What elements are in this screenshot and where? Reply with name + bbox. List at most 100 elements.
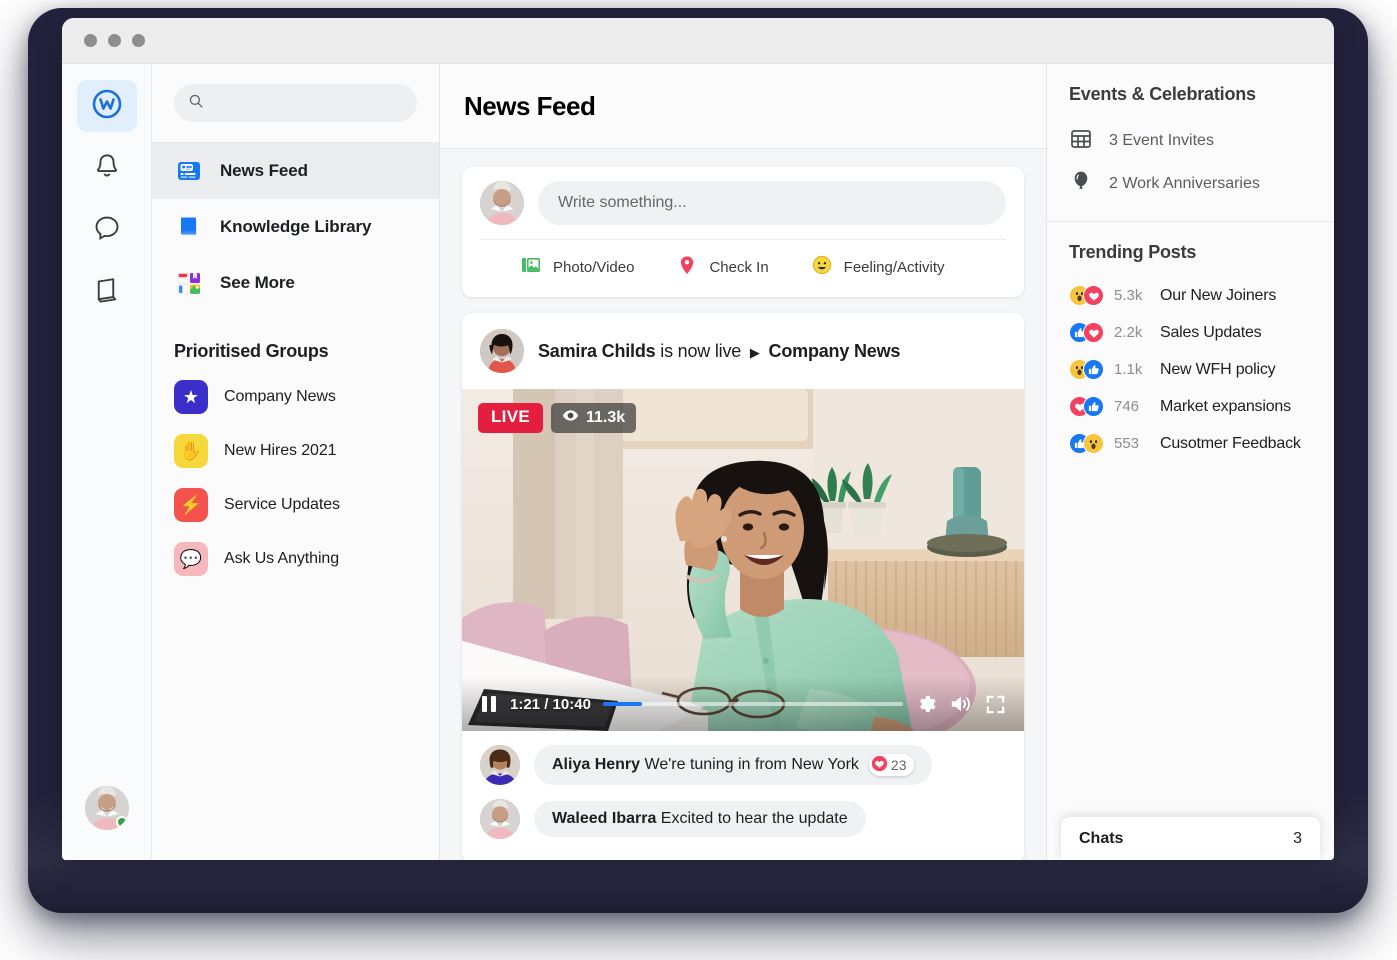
event-row[interactable]: 2 Work Anniversaries: [1069, 162, 1312, 205]
settings-button[interactable]: [915, 693, 937, 715]
composer-avatar[interactable]: [480, 181, 524, 225]
rail-item-knowledge-library[interactable]: [77, 266, 137, 318]
rail-item-chat[interactable]: [77, 204, 137, 256]
event-row[interactable]: 3 Event Invites: [1069, 119, 1312, 162]
main-content: News Feed Write something... Photo/Video…: [440, 64, 1046, 860]
comment-bubble: Aliya Henry We're tuning in from New Yor…: [534, 745, 932, 785]
volume-button[interactable]: [949, 693, 973, 715]
composer-input[interactable]: Write something...: [538, 181, 1006, 225]
comment-text: We're tuning in from New York: [644, 756, 859, 773]
maximize-button[interactable]: [132, 34, 145, 47]
reaction-group: [1069, 359, 1104, 380]
comment-avatar[interactable]: [480, 745, 520, 785]
photo-video-label: Photo/Video: [553, 259, 635, 276]
events-title: Events & Celebrations: [1069, 84, 1256, 104]
time-separator: /: [544, 695, 549, 713]
trending-label: Our New Joiners: [1160, 286, 1277, 304]
smiley-face-icon: [811, 254, 833, 281]
post-composer: Write something... Photo/Video Check In …: [462, 167, 1024, 297]
trending-row[interactable]: 2.2k Sales Updates: [1069, 314, 1312, 351]
group-item[interactable]: ★ Company News: [152, 370, 439, 424]
book-blue-icon: [174, 212, 204, 242]
rail-item-workplace-home[interactable]: [76, 80, 137, 132]
love-reaction-icon: [1083, 285, 1104, 306]
group-item[interactable]: ✋ New Hires 2021: [152, 424, 439, 478]
trending-label: New WFH policy: [1160, 360, 1276, 378]
group-label: Service Updates: [224, 496, 340, 513]
trending-row[interactable]: 5.3k Our New Joiners: [1069, 277, 1312, 314]
trending-count: 5.3k: [1114, 287, 1143, 304]
like-reaction-icon: [1083, 359, 1104, 380]
live-badge: LIVE: [478, 403, 543, 433]
comment-author[interactable]: Aliya Henry: [552, 756, 640, 773]
chats-bar[interactable]: Chats 3: [1061, 817, 1320, 860]
trending-label: Cusotmer Feedback: [1160, 434, 1301, 452]
workplace-w-icon: [91, 88, 123, 125]
fullscreen-button[interactable]: [985, 694, 1006, 715]
search-box[interactable]: [174, 84, 417, 122]
reaction-group: [1069, 396, 1104, 417]
live-post-header: Samira Childs is now live ▶ Company News: [462, 313, 1024, 389]
trending-label: Market expansions: [1160, 397, 1291, 415]
comment-bubble: Waleed Ibarra Excited to hear the update: [534, 801, 866, 837]
trending-row[interactable]: 553 Cusotmer Feedback: [1069, 425, 1312, 462]
pause-button[interactable]: [480, 694, 498, 714]
news-feed-icon: [174, 156, 204, 186]
group-label: Company News: [224, 388, 336, 405]
group-item[interactable]: 💬 Ask Us Anything: [152, 532, 439, 586]
group-item[interactable]: ⚡ Service Updates: [152, 478, 439, 532]
photo-video-icon: [520, 254, 542, 281]
feeling-activity-button[interactable]: Feeling/Activity: [811, 254, 945, 281]
trending-row[interactable]: 746 Market expansions: [1069, 388, 1312, 425]
icon-rail: [62, 64, 152, 860]
book-icon: [92, 275, 122, 310]
live-post-status: is now live: [660, 340, 742, 361]
comment-reaction[interactable]: 23: [868, 754, 914, 776]
comments-list: Aliya Henry We're tuning in from New Yor…: [462, 731, 1024, 860]
eye-icon: [562, 407, 579, 429]
check-in-button[interactable]: Check In: [676, 254, 769, 281]
trending-section: Trending Posts 5.3k Our New Joiners 2.2k Sa…: [1047, 222, 1334, 478]
comment-avatar[interactable]: [480, 799, 520, 839]
live-post-avatar[interactable]: [480, 329, 524, 373]
comment-author[interactable]: Waleed Ibarra: [552, 810, 656, 827]
video-progress-fill: [602, 702, 642, 706]
comment: Waleed Ibarra Excited to hear the update: [480, 799, 1006, 839]
live-post-author[interactable]: Samira Childs: [538, 341, 656, 361]
trending-count: 746: [1114, 398, 1140, 415]
group-icon: ⚡: [174, 488, 208, 522]
close-button[interactable]: [84, 34, 97, 47]
trending-count: 1.1k: [1114, 361, 1143, 378]
composer-actions: Photo/Video Check In Feeling/Activity: [480, 239, 1006, 297]
live-post: Samira Childs is now live ▶ Company News: [462, 313, 1024, 860]
group-icon: ★: [174, 380, 208, 414]
live-post-group[interactable]: Company News: [769, 341, 901, 361]
photo-video-button[interactable]: Photo/Video: [520, 254, 634, 281]
live-video-player[interactable]: LIVE 11.3k 1:21 / 10:40: [462, 389, 1024, 731]
sidebar-item-label: News Feed: [220, 161, 308, 180]
sidebar-item-news-feed[interactable]: News Feed: [152, 143, 439, 199]
calendar-icon: [1069, 126, 1093, 155]
group-icon: ✋: [174, 434, 208, 468]
reaction-group: [1069, 433, 1104, 454]
rail-item-notifications[interactable]: [77, 142, 137, 194]
video-time-label: 1:21 / 10:40: [510, 696, 591, 713]
event-label: 3 Event Invites: [1109, 131, 1214, 149]
feed-scroll-area[interactable]: Write something... Photo/Video Check In …: [440, 149, 1046, 860]
video-controls: 1:21 / 10:40: [462, 677, 1024, 731]
video-badges: LIVE 11.3k: [478, 403, 637, 433]
reaction-group: [1069, 322, 1104, 343]
trending-row[interactable]: 1.1k New WFH policy: [1069, 351, 1312, 388]
group-label: New Hires 2021: [224, 442, 337, 459]
search-input[interactable]: [214, 95, 403, 111]
sidebar-item-see-more[interactable]: See More: [152, 255, 439, 311]
minimize-button[interactable]: [108, 34, 121, 47]
location-pin-icon: [676, 254, 698, 281]
sidebar-item-knowledge-library[interactable]: Knowledge Library: [152, 199, 439, 255]
composer-top-row: Write something...: [480, 181, 1006, 239]
group-icon: 💬: [174, 542, 208, 576]
browser-window: News Feed Knowledge Library See More Pri…: [62, 18, 1334, 860]
user-avatar[interactable]: [84, 786, 129, 830]
like-reaction-icon: [1083, 396, 1104, 417]
video-progress-bar[interactable]: [602, 702, 903, 706]
